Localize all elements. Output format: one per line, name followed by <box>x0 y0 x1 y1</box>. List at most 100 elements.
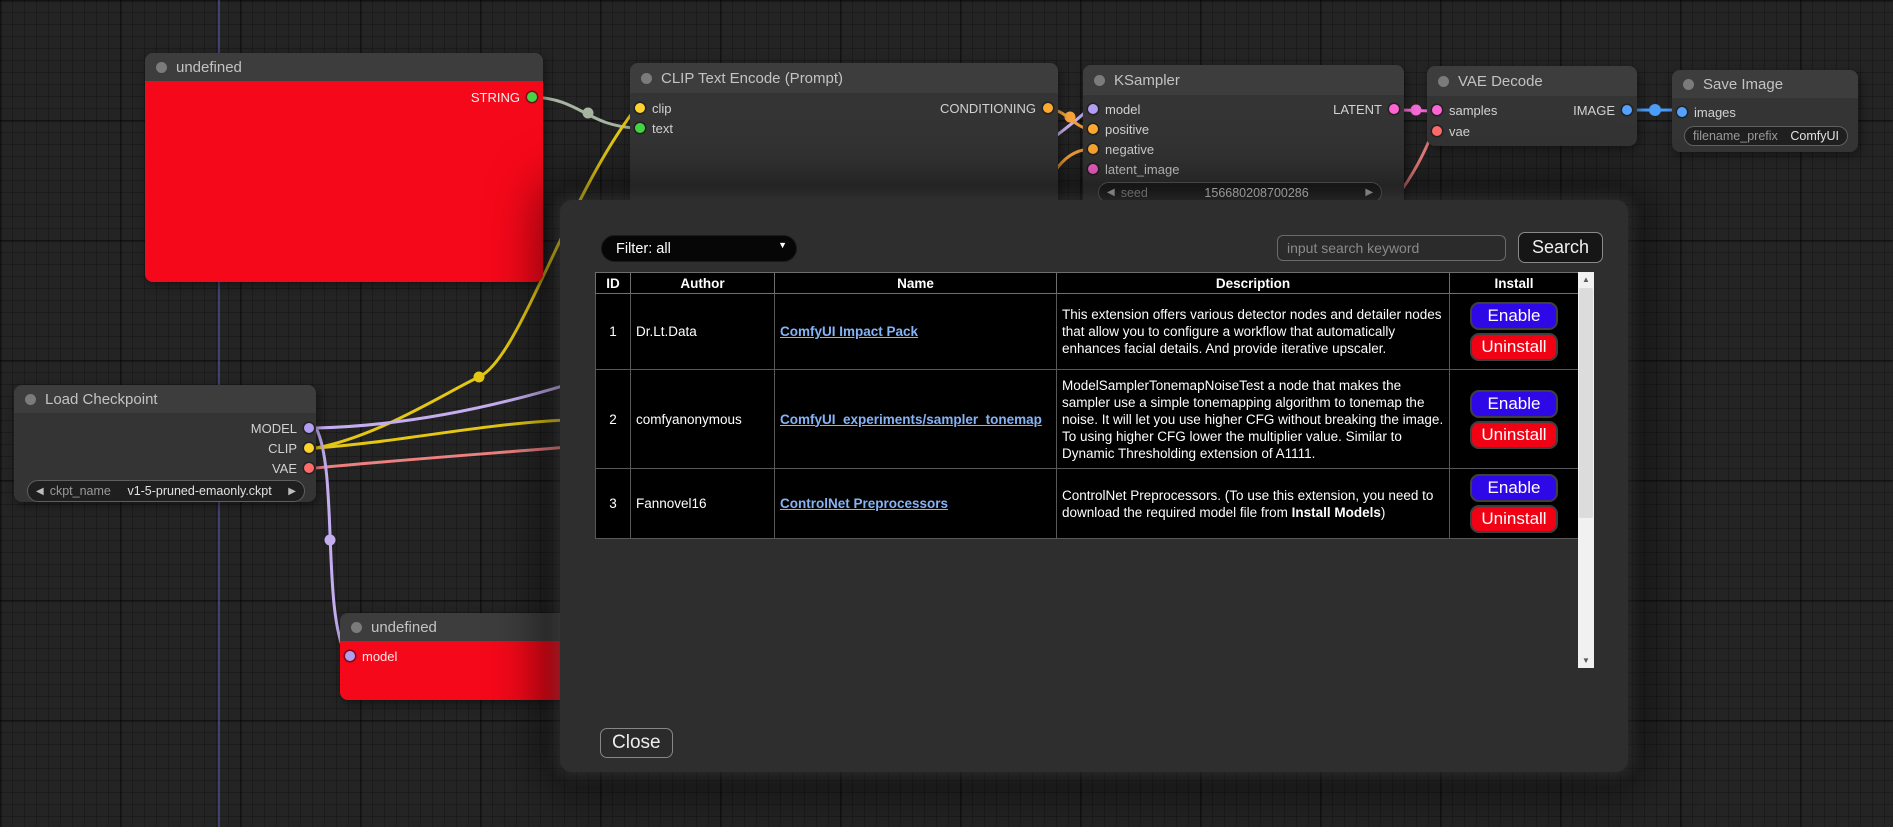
node-title-bar[interactable]: KSampler <box>1083 65 1404 95</box>
prev-arrow-icon[interactable]: ◀ <box>36 486 44 497</box>
node-title-bar[interactable]: CLIP Text Encode (Prompt) <box>630 63 1058 93</box>
extension-description: This extension offers various detector n… <box>1057 294 1450 370</box>
output-slot-model[interactable]: MODEL <box>251 420 314 436</box>
table-scrollbar[interactable]: ▲ ▼ <box>1578 272 1594 668</box>
output-slot-clip[interactable]: CLIP <box>268 440 314 456</box>
node-title-bar[interactable]: VAE Decode <box>1427 66 1637 96</box>
input-slot-model[interactable]: model <box>1088 101 1140 117</box>
slot-label: CLIP <box>268 441 297 456</box>
scroll-down-icon[interactable]: ▼ <box>1578 653 1594 668</box>
input-slot-samples[interactable]: samples <box>1432 102 1497 118</box>
enable-button[interactable]: Enable <box>1470 390 1558 418</box>
extension-id: 3 <box>596 469 631 539</box>
clip-port-icon[interactable] <box>304 443 314 453</box>
slot-label: latent_image <box>1105 162 1179 177</box>
ckpt-name-widget[interactable]: ◀ ckpt_name v1-5-pruned-emaonly.ckpt ▶ <box>27 480 305 502</box>
extension-table-wrap: ID Author Name Description Install 1Dr.L… <box>595 272 1594 668</box>
node-title-bar[interactable]: undefined <box>145 53 543 81</box>
enable-button[interactable]: Enable <box>1470 302 1558 330</box>
slot-label: CONDITIONING <box>940 101 1036 116</box>
output-slot-conditioning[interactable]: CONDITIONING <box>940 100 1053 116</box>
collapse-dot-icon[interactable] <box>1683 79 1694 90</box>
latent-port-icon[interactable] <box>1432 105 1442 115</box>
slot-label: IMAGE <box>1573 103 1615 118</box>
input-slot-images[interactable]: images <box>1677 104 1736 120</box>
col-header-description: Description <box>1057 273 1450 294</box>
conditioning-port-icon[interactable] <box>1088 124 1098 134</box>
input-slot-model[interactable]: model <box>345 648 397 664</box>
widget-label: filename_prefix <box>1693 129 1778 143</box>
node-title-bar[interactable]: Load Checkpoint <box>14 385 316 413</box>
string-port-icon[interactable] <box>527 92 537 102</box>
link-dot-latent <box>1411 105 1422 116</box>
collapse-dot-icon[interactable] <box>641 73 652 84</box>
comfyui-canvas: undefined STRING CLIP Text Encode (Promp… <box>0 0 1893 827</box>
node-clip-text-encode[interactable]: CLIP Text Encode (Prompt) clip text COND… <box>630 63 1058 213</box>
output-slot-latent[interactable]: LATENT <box>1333 101 1399 117</box>
input-slot-vae[interactable]: vae <box>1432 123 1470 139</box>
uninstall-button[interactable]: Uninstall <box>1470 421 1558 449</box>
node-vae-decode[interactable]: VAE Decode samples vae IMAGE <box>1427 66 1637 146</box>
collapse-dot-icon[interactable] <box>351 622 362 633</box>
search-button[interactable]: Search <box>1518 232 1603 263</box>
filter-select[interactable]: Filter: all <box>601 235 797 262</box>
output-slot-vae[interactable]: VAE <box>272 460 314 476</box>
model-port-icon[interactable] <box>304 423 314 433</box>
link-dot-string <box>583 108 594 119</box>
clip-port-icon[interactable] <box>635 103 645 113</box>
input-slot-text[interactable]: text <box>635 120 673 136</box>
slot-label: STRING <box>471 90 520 105</box>
node-title-bar[interactable]: Save Image <box>1672 70 1858 98</box>
conditioning-port-icon[interactable] <box>1088 144 1098 154</box>
model-port-icon[interactable] <box>1088 104 1098 114</box>
latent-port-icon[interactable] <box>1088 164 1098 174</box>
slot-label: model <box>1105 102 1140 117</box>
filename-prefix-widget[interactable]: filename_prefix ComfyUI <box>1684 126 1848 146</box>
slot-label: MODEL <box>251 421 297 436</box>
next-arrow-icon[interactable]: ▶ <box>288 486 296 497</box>
vae-port-icon[interactable] <box>304 463 314 473</box>
output-slot-image[interactable]: IMAGE <box>1573 102 1632 118</box>
scroll-up-icon[interactable]: ▲ <box>1578 272 1594 287</box>
extension-id: 1 <box>596 294 631 370</box>
slot-label: samples <box>1449 103 1497 118</box>
node-undefined-top[interactable]: undefined STRING <box>145 53 543 282</box>
image-port-icon[interactable] <box>1677 107 1687 117</box>
collapse-dot-icon[interactable] <box>25 394 36 405</box>
node-load-checkpoint[interactable]: Load Checkpoint MODEL CLIP VAE ◀ ckpt_na… <box>14 385 316 502</box>
node-title: CLIP Text Encode (Prompt) <box>661 70 843 87</box>
close-button[interactable]: Close <box>600 728 673 758</box>
enable-button[interactable]: Enable <box>1470 474 1558 502</box>
extension-link[interactable]: ComfyUI Impact Pack <box>780 324 918 339</box>
link-dot-cond <box>1065 112 1076 123</box>
conditioning-port-icon[interactable] <box>1043 103 1053 113</box>
extension-description: ModelSamplerTonemapNoiseTest a node that… <box>1057 370 1450 469</box>
text-port-icon[interactable] <box>635 123 645 133</box>
col-header-name: Name <box>775 273 1057 294</box>
input-slot-latent-image[interactable]: latent_image <box>1088 161 1179 177</box>
input-slot-clip[interactable]: clip <box>635 100 672 116</box>
increment-arrow-icon[interactable]: ▶ <box>1365 187 1373 198</box>
vae-port-icon[interactable] <box>1432 126 1442 136</box>
link-dot-image <box>1649 104 1661 116</box>
output-slot-string[interactable]: STRING <box>471 89 537 105</box>
input-slot-negative[interactable]: negative <box>1088 141 1154 157</box>
extension-link[interactable]: ControlNet Preprocessors <box>780 496 948 511</box>
extension-link[interactable]: ComfyUI_experiments/sampler_tonemap <box>780 412 1042 427</box>
model-port-icon[interactable] <box>345 651 355 661</box>
uninstall-button[interactable]: Uninstall <box>1470 333 1558 361</box>
search-input[interactable] <box>1277 235 1506 261</box>
collapse-dot-icon[interactable] <box>156 62 167 73</box>
collapse-dot-icon[interactable] <box>1438 76 1449 87</box>
image-port-icon[interactable] <box>1622 105 1632 115</box>
decrement-arrow-icon[interactable]: ◀ <box>1107 187 1115 198</box>
scrollbar-thumb[interactable] <box>1579 288 1593 518</box>
link-clip-2 <box>316 420 566 448</box>
uninstall-button[interactable]: Uninstall <box>1470 505 1558 533</box>
latent-port-icon[interactable] <box>1389 104 1399 114</box>
node-title: Load Checkpoint <box>45 391 158 408</box>
collapse-dot-icon[interactable] <box>1094 75 1105 86</box>
input-slot-positive[interactable]: positive <box>1088 121 1149 137</box>
node-ksampler[interactable]: KSampler model positive negative latent_… <box>1083 65 1404 207</box>
node-save-image[interactable]: Save Image images filename_prefix ComfyU… <box>1672 70 1858 152</box>
